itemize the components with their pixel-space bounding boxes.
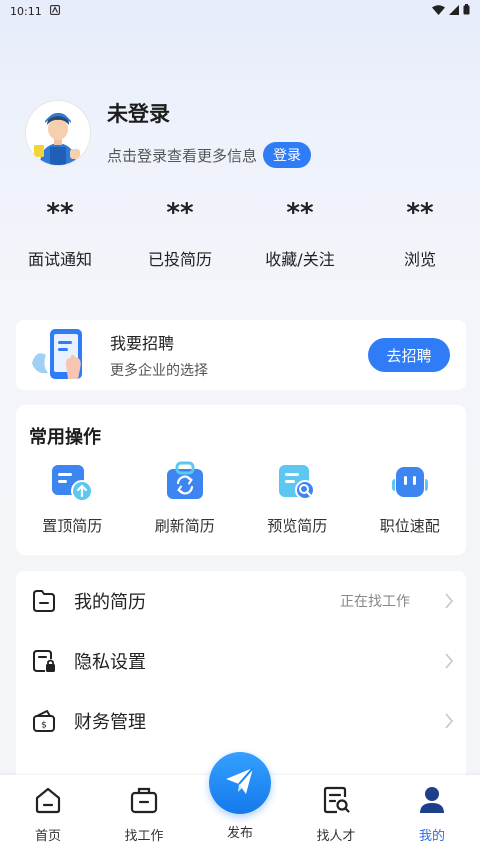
stats-row: ** 面试通知 ** 已投简历 ** 收藏/关注 ** 浏览 (0, 196, 480, 270)
tab-mine[interactable]: 我的 (384, 785, 480, 844)
section-title: 常用操作 (29, 427, 101, 448)
op-preview-resume[interactable]: 预览简历 (241, 461, 354, 536)
notification-icon (49, 4, 60, 18)
user-name: 未登录 (107, 102, 170, 126)
stat-views[interactable]: ** 浏览 (360, 196, 480, 270)
tab-find-job[interactable]: 找工作 (96, 785, 192, 844)
menu-label: 财务管理 (74, 712, 146, 733)
tab-publish-label: 发布 (226, 826, 253, 841)
job-status-value: 正在找工作 (340, 594, 410, 610)
tab-label: 找工作 (124, 829, 164, 844)
resume-top-icon (50, 461, 94, 503)
menu-item-privacy[interactable]: 隐私设置 (16, 631, 466, 691)
stat-label: 收藏/关注 (265, 250, 335, 269)
avatar[interactable] (26, 101, 90, 165)
stat-applied-resumes[interactable]: ** 已投简历 (120, 196, 240, 270)
op-job-match[interactable]: 职位速配 (354, 461, 467, 536)
status-time: 10:11 (10, 4, 42, 18)
tab-label: 我的 (418, 829, 445, 844)
common-operations-card: 常用操作 置顶简历 刷新简历 预览简历 职位速配 (16, 405, 466, 555)
stat-label: 面试通知 (27, 250, 92, 269)
search-talent-icon (321, 785, 351, 819)
publish-button[interactable] (209, 752, 271, 814)
job-match-icon (388, 461, 432, 503)
recruit-title: 我要招聘 (110, 334, 175, 353)
recruit-banner[interactable]: 我要招聘 更多企业的选择 去招聘 (16, 320, 466, 390)
stat-value: ** (46, 198, 74, 228)
signal-icon (449, 4, 459, 18)
status-bar: 10:11 (0, 0, 480, 22)
op-label: 刷新简历 (154, 517, 215, 535)
op-pin-resume[interactable]: 置顶简历 (16, 461, 129, 536)
stat-value: ** (406, 198, 434, 228)
op-refresh-resume[interactable]: 刷新简历 (129, 461, 242, 536)
stat-interview-notice[interactable]: ** 面试通知 (0, 196, 120, 270)
profile-header[interactable]: 未登录 点击登录查看更多信息 登录 (26, 98, 312, 168)
wallet-icon: $ (30, 707, 58, 735)
svg-text:$: $ (41, 721, 47, 731)
menu-label: 我的简历 (74, 592, 146, 613)
preview-resume-icon (275, 461, 319, 503)
privacy-lock-icon (30, 647, 58, 675)
home-icon (33, 785, 63, 819)
tab-home[interactable]: 首页 (0, 785, 96, 844)
paper-plane-icon (223, 764, 257, 802)
stat-value: ** (166, 198, 194, 228)
tab-label: 找人才 (316, 829, 356, 844)
menu-item-finance[interactable]: $ 财务管理 (16, 691, 466, 751)
login-hint: 点击登录查看更多信息 (107, 146, 258, 165)
wifi-icon (432, 4, 445, 18)
recruit-subtitle: 更多企业的选择 (110, 363, 208, 379)
stat-favorites[interactable]: ** 收藏/关注 (240, 196, 360, 270)
recruit-illustration-icon (30, 325, 100, 385)
chevron-right-icon (444, 593, 454, 613)
stat-value: ** (286, 198, 314, 228)
op-label: 预览简历 (267, 517, 328, 535)
user-icon (417, 785, 447, 819)
menu-item-my-resume[interactable]: 我的简历 正在找工作 (16, 571, 466, 631)
op-label: 置顶简历 (42, 517, 103, 535)
chevron-right-icon (444, 653, 454, 673)
folder-icon (30, 587, 58, 615)
tab-label: 首页 (34, 829, 61, 844)
go-recruit-button[interactable]: 去招聘 (368, 338, 450, 372)
battery-icon (463, 4, 470, 18)
chevron-right-icon (444, 713, 454, 733)
stat-label: 浏览 (403, 250, 436, 269)
login-button[interactable]: 登录 (263, 142, 312, 168)
op-label: 职位速配 (379, 517, 440, 535)
briefcase-icon (129, 785, 159, 819)
menu-label: 隐私设置 (74, 652, 146, 673)
refresh-resume-icon (163, 461, 207, 503)
stat-label: 已投简历 (147, 250, 212, 269)
tab-find-talent[interactable]: 找人才 (288, 785, 384, 844)
